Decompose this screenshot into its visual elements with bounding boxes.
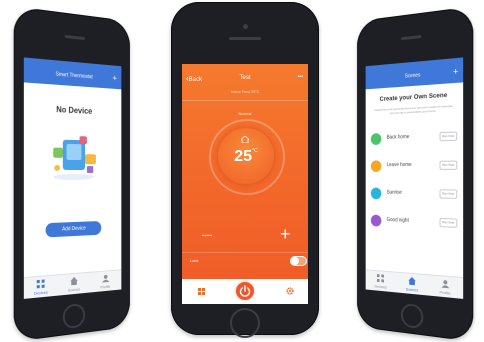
scenes-subtitle: Customize your personal scenes to suit y… <box>374 103 454 116</box>
leave-home-icon <box>370 160 382 173</box>
divider <box>182 100 308 101</box>
run-scene-button[interactable]: Run Now <box>439 160 458 170</box>
scene-row-sunrise[interactable]: Sunrise Run Now <box>370 184 458 207</box>
right-app-header: Scenes + <box>365 57 464 90</box>
sunrise-icon <box>370 187 382 200</box>
speaker-grille <box>229 37 261 40</box>
speaker-grille <box>401 35 422 41</box>
more-icon[interactable]: ••• <box>298 74 303 80</box>
left-phone: Smart Thermostat + No Device Add Device … <box>13 6 130 342</box>
house-icon <box>241 136 249 143</box>
tab-bar: Devices Scenes Profile <box>23 269 122 299</box>
home-button[interactable] <box>62 302 86 330</box>
left-app-header: Smart Thermostat + <box>23 57 122 90</box>
lock-label: Lock <box>190 258 199 263</box>
run-scene-button[interactable]: Run Now <box>439 189 458 199</box>
empty-state-title: No Device <box>56 105 93 116</box>
status-bar <box>182 64 308 72</box>
good-night-icon <box>370 214 382 227</box>
tab-devices[interactable]: Devices <box>24 278 58 296</box>
add-icon[interactable]: + <box>453 66 458 77</box>
lock-toggle[interactable] <box>290 256 307 266</box>
grid-icon[interactable] <box>198 288 205 295</box>
add-icon[interactable]: + <box>112 73 117 83</box>
power-icon <box>239 285 251 297</box>
power-button[interactable] <box>236 282 254 300</box>
decrease-button[interactable]: — <box>202 230 212 241</box>
grid-icon <box>37 279 45 289</box>
scene-label: Good night <box>386 217 409 224</box>
home-button[interactable] <box>230 308 260 338</box>
home-icon <box>408 276 416 286</box>
scene-label: Sunrise <box>386 189 402 196</box>
scenes-heading: Create your Own Scene <box>379 91 448 103</box>
speaker-grille <box>64 34 86 41</box>
settings-gear-icon[interactable] <box>286 287 294 295</box>
divider <box>182 252 308 253</box>
tab-profile[interactable]: Profile <box>428 278 462 296</box>
scene-label: Leave home <box>386 162 412 169</box>
scene-row-leave-home[interactable]: Leave home Run Now <box>370 155 458 178</box>
scene-row-back-home[interactable]: Back home Run Now <box>370 126 458 150</box>
indoor-temp-info: Indoor Temp 25°C <box>230 90 260 94</box>
tab-profile-label: Profile <box>439 289 451 296</box>
scene-row-good-night[interactable]: Good night Run Now <box>370 211 458 236</box>
tab-profile-label: Profile <box>100 283 111 290</box>
temperature-unit: °C <box>252 148 258 154</box>
tab-scenes[interactable]: Scenes <box>396 276 428 294</box>
increase-button[interactable]: + <box>280 224 291 245</box>
home-icon <box>70 276 78 286</box>
scene-label: Back home <box>386 134 410 141</box>
tab-profile[interactable]: Profile <box>90 273 121 290</box>
run-scene-button[interactable]: Run Now <box>439 217 458 228</box>
tab-devices-label: Devices <box>374 283 388 290</box>
control-bar <box>182 279 308 304</box>
tab-scenes-label: Scenes <box>67 286 81 293</box>
center-phone: ‹Back Test ••• Indoor Temp 25°C Normal 2… <box>171 2 319 338</box>
toggle-knob <box>291 257 299 265</box>
tab-devices[interactable]: Devices <box>366 273 396 290</box>
mode-label: Normal <box>238 111 252 116</box>
home-button[interactable] <box>401 302 424 330</box>
empty-illustration <box>47 131 101 182</box>
right-phone-screen: Scenes + Create your Own Scene Customize… <box>365 57 464 299</box>
tab-devices-label: Devices <box>33 289 48 296</box>
temperature-readout: 25°C <box>218 148 274 166</box>
tab-scenes[interactable]: Scenes <box>58 276 90 294</box>
tab-bar: Devices Scenes Profile <box>365 269 464 299</box>
center-phone-screen: ‹Back Test ••• Indoor Temp 25°C Normal 2… <box>182 64 308 304</box>
profile-icon <box>441 280 449 289</box>
right-phone: Scenes + Create your Own Scene Customize… <box>357 6 474 342</box>
back-home-icon <box>370 133 382 146</box>
profile-icon <box>101 274 109 283</box>
left-phone-screen: Smart Thermostat + No Device Add Device … <box>23 57 122 299</box>
run-scene-button[interactable]: Run Now <box>439 131 458 142</box>
device-title: Test <box>239 75 251 81</box>
grid-icon <box>377 274 385 283</box>
camera-dot <box>243 24 248 29</box>
tab-scenes-label: Scenes <box>405 286 419 293</box>
add-device-button[interactable]: Add Device <box>45 220 102 238</box>
temperature-value: 25 <box>234 148 253 165</box>
